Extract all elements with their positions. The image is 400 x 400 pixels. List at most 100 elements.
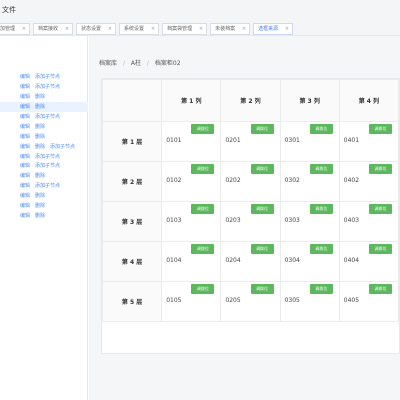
breadcrumb-item-1[interactable]: 档案库 — [99, 60, 117, 67]
cell-code: 0201 — [225, 137, 241, 144]
tab-1[interactable]: 加管理 × — [0, 23, 31, 35]
tree-action-link[interactable]: 删除 — [35, 124, 45, 130]
tree-action-link[interactable]: 编辑 — [20, 173, 30, 179]
cabinet-cell[interactable]: 0203 调拨位 — [220, 201, 281, 242]
tab-7[interactable]: 选框来源 × — [253, 23, 294, 35]
cabinet-cell[interactable]: 0105 调拨位 — [161, 281, 222, 322]
tree-action-link[interactable]: 编辑 — [20, 74, 30, 80]
tree-action-link[interactable]: 删除 — [35, 94, 45, 100]
cabinet-cell[interactable]: 0304 调拨位 — [279, 241, 340, 282]
tab-4[interactable]: 系统设置 × — [119, 23, 160, 35]
tree-action-link[interactable]: 编辑 — [20, 114, 30, 120]
row-header: 第 3 层 — [102, 201, 163, 242]
transfer-position-button[interactable]: 调拨位 — [309, 124, 333, 134]
cabinet-cell[interactable]: 0103 调拨位 — [161, 201, 222, 242]
tree-action-link[interactable]: 删除 — [35, 104, 45, 110]
close-icon[interactable]: × — [151, 24, 155, 35]
tree-action-link[interactable]: 编辑 — [20, 84, 30, 90]
tab-6[interactable]: 未装档案 × — [210, 23, 251, 35]
row-header: 第 4 层 — [102, 241, 163, 282]
transfer-position-button[interactable]: 调拨位 — [191, 164, 215, 174]
tab-2[interactable]: 档案接收 × — [33, 23, 74, 35]
tree-action-link[interactable]: 删除 — [35, 193, 45, 199]
transfer-position-button[interactable]: 调拨位 — [369, 204, 392, 214]
transfer-position-button[interactable]: 调拨位 — [309, 164, 333, 174]
tree-action-link[interactable]: 添加子节点 — [35, 74, 60, 80]
breadcrumb-item-2[interactable]: A柱 — [131, 60, 141, 67]
row-header: 第 2 层 — [102, 161, 163, 202]
tree-action-link[interactable]: 编辑 — [20, 183, 30, 189]
tree-action-link[interactable]: 删除 — [35, 213, 45, 219]
tree-action-link[interactable]: 删除 — [35, 203, 45, 209]
cabinet-cell[interactable]: 0303 调拨位 — [279, 201, 340, 242]
transfer-position-button[interactable]: 调拨位 — [191, 124, 215, 134]
close-icon[interactable]: × — [199, 24, 203, 35]
tree-action-link[interactable]: 编辑 — [20, 154, 30, 160]
transfer-position-button[interactable]: 调拨位 — [309, 204, 333, 214]
cabinet-cell[interactable]: 0201 调拨位 — [220, 121, 281, 162]
close-icon[interactable]: × — [22, 24, 26, 35]
cabinet-cell[interactable]: 0302 调拨位 — [279, 161, 340, 202]
cabinet-cell[interactable]: 0101 调拨位 — [161, 121, 222, 162]
cabinet-grid: 第 1 列 第 2 列 第 3 列 第 4 列 第 1 层 0101 调拨位 0201… — [101, 78, 400, 354]
tree-action-link[interactable]: 添加子节点 — [35, 183, 60, 189]
tree-row: 编辑 删除 — [0, 122, 88, 132]
cabinet-cell[interactable]: 0402 调拨位 — [338, 161, 399, 202]
cabinet-cell[interactable]: 0301 调拨位 — [279, 121, 340, 162]
cell-code: 0202 — [225, 177, 241, 184]
cabinet-cell[interactable]: 0205 调拨位 — [220, 281, 281, 322]
tree-row: 编辑 删除 — [0, 132, 88, 142]
tree-action-link[interactable]: 编辑 — [20, 144, 30, 150]
tab-3[interactable]: 状态设置 × — [76, 23, 117, 35]
transfer-position-button[interactable]: 调拨位 — [309, 284, 333, 294]
tree-action-link[interactable]: 编辑 — [20, 104, 30, 110]
transfer-position-button[interactable]: 调拨位 — [191, 284, 215, 294]
tree-action-link[interactable]: 编辑 — [20, 213, 30, 219]
transfer-position-button[interactable]: 调拨位 — [250, 124, 274, 134]
tree-action-link[interactable]: 删除 — [35, 134, 45, 140]
close-icon[interactable]: × — [242, 24, 246, 35]
cabinet-cell[interactable]: 0305 调拨位 — [279, 281, 340, 322]
cabinet-cell[interactable]: 0102 调拨位 — [161, 161, 222, 202]
tree-row: 编辑 删除 — [0, 101, 88, 112]
transfer-position-button[interactable]: 调拨位 — [369, 164, 392, 174]
transfer-position-button[interactable]: 调拨位 — [369, 124, 392, 134]
tree-action-link[interactable]: 添加子节点 — [35, 163, 60, 169]
cabinet-cell[interactable]: 0204 调拨位 — [220, 241, 281, 282]
tree-action-link[interactable]: 添加子节点 — [35, 154, 60, 160]
tree-action-link[interactable]: 删除 — [35, 144, 45, 150]
cell-code: 0102 — [166, 177, 182, 184]
cabinet-cell[interactable]: 0403 调拨位 — [338, 201, 399, 242]
tree-action-link[interactable]: 添加子节点 — [35, 114, 60, 120]
tree-action-link[interactable]: 编辑 — [20, 163, 30, 169]
cabinet-cell[interactable]: 0202 调拨位 — [220, 161, 281, 202]
transfer-position-button[interactable]: 调拨位 — [191, 244, 215, 254]
close-icon[interactable]: × — [285, 24, 289, 35]
tree-row: 编辑 添加子节点 — [0, 161, 88, 171]
tree-action-link[interactable]: 添加子节点 — [35, 84, 60, 90]
transfer-position-button[interactable]: 调拨位 — [250, 164, 274, 174]
cabinet-cell[interactable]: 0401 调拨位 — [338, 121, 399, 162]
tab-5[interactable]: 档案袋管理 × — [162, 23, 208, 35]
transfer-position-button[interactable]: 调拨位 — [250, 204, 274, 214]
close-icon[interactable]: × — [65, 24, 69, 35]
cabinet-cell[interactable]: 0104 调拨位 — [161, 241, 222, 282]
transfer-position-button[interactable]: 调拨位 — [369, 284, 392, 294]
cell-code: 0204 — [225, 257, 241, 264]
cabinet-cell[interactable]: 0404 调拨位 — [338, 241, 399, 282]
transfer-position-button[interactable]: 调拨位 — [250, 244, 274, 254]
cabinet-cell[interactable]: 0405 调拨位 — [338, 281, 399, 322]
tree-action-link[interactable]: 添加子节点 — [50, 144, 75, 150]
tree-action-link[interactable]: 编辑 — [20, 193, 30, 199]
tree-action-link[interactable]: 删除 — [35, 173, 45, 179]
tree-action-link[interactable]: 编辑 — [20, 134, 30, 140]
tree-action-link[interactable]: 编辑 — [20, 124, 30, 130]
transfer-position-button[interactable]: 调拨位 — [369, 244, 392, 254]
transfer-position-button[interactable]: 调拨位 — [191, 204, 215, 214]
tree-row: 编辑 添加子节点 — [0, 82, 88, 92]
tree-action-link[interactable]: 编辑 — [20, 94, 30, 100]
transfer-position-button[interactable]: 调拨位 — [309, 244, 333, 254]
tree-action-link[interactable]: 编辑 — [20, 203, 30, 209]
transfer-position-button[interactable]: 调拨位 — [250, 284, 274, 294]
close-icon[interactable]: × — [108, 24, 112, 35]
